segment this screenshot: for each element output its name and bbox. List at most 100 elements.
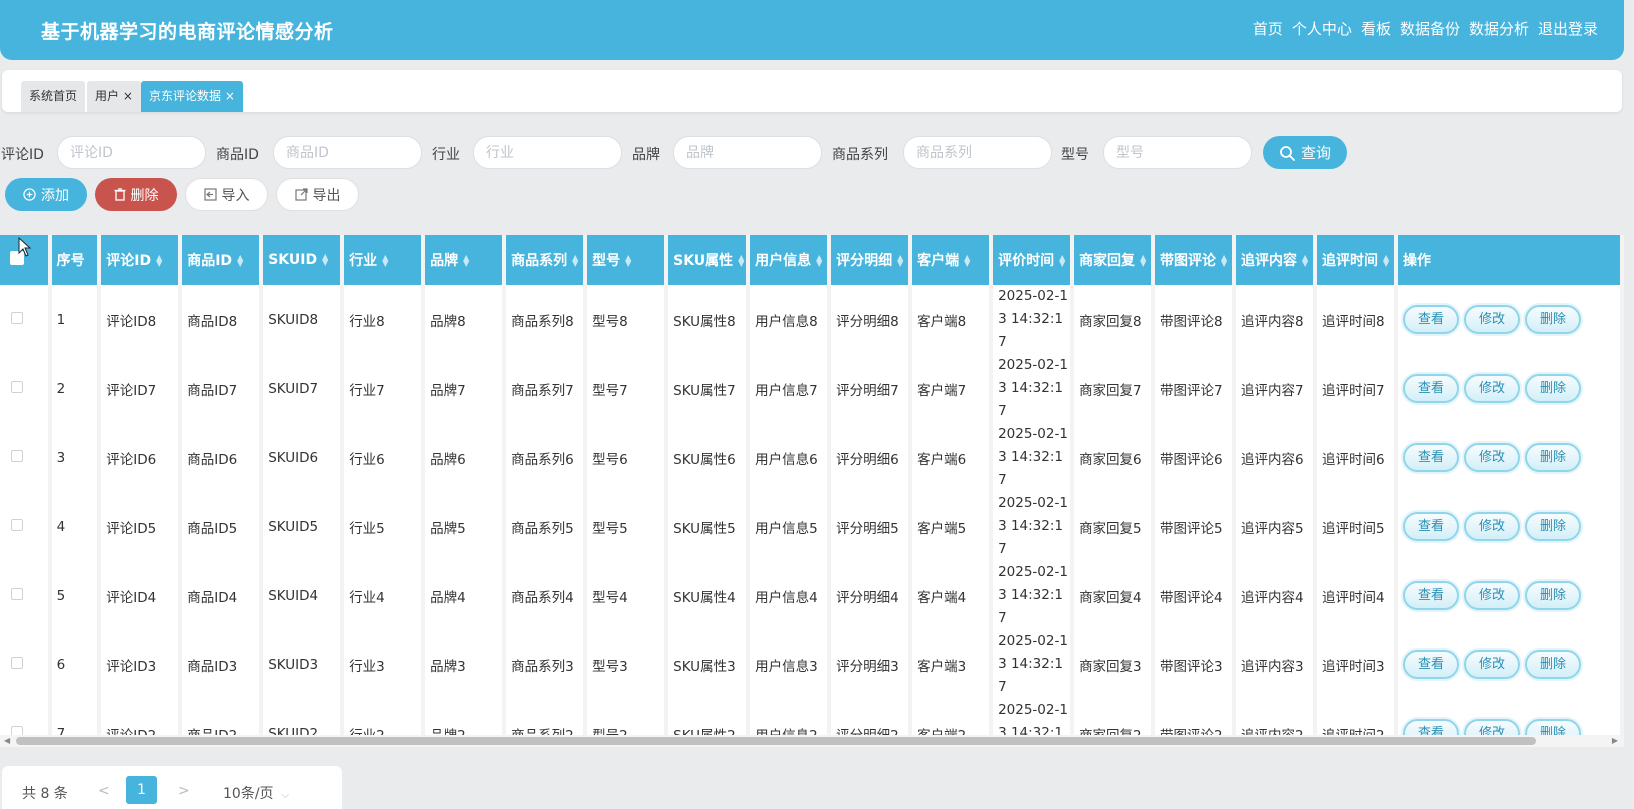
sort-icon[interactable]: ▲ ▼ <box>897 254 903 268</box>
edit-button[interactable]: 修改 <box>1464 305 1521 334</box>
edit-button[interactable]: 修改 <box>1464 374 1521 403</box>
col-header-model[interactable]: 型号 ▲ ▼ <box>587 235 669 285</box>
col-header-followup-content[interactable]: 追评内容 ▲ ▼ <box>1236 235 1318 285</box>
delete-row-button[interactable]: 删除 <box>1525 581 1582 610</box>
search-input-brand[interactable] <box>673 136 822 169</box>
query-button[interactable]: 查询 <box>1263 136 1347 169</box>
search-input-model[interactable] <box>1103 136 1252 169</box>
edit-button[interactable]: 修改 <box>1464 650 1521 679</box>
nav-profile[interactable]: 个人中心 <box>1292 18 1352 39</box>
page-size-value: 10条/页 <box>223 786 274 802</box>
delete-row-button[interactable]: 删除 <box>1525 374 1582 403</box>
col-header-industry[interactable]: 行业 ▲ ▼ <box>344 235 426 285</box>
sort-icon[interactable]: ▲ ▼ <box>572 254 578 268</box>
tab-system-home[interactable]: 系统首页 <box>21 81 86 112</box>
table-row[interactable]: 4 评论ID5 商品ID5 SKUID5 行业5 品牌5 商品系列5 型号5 SKU属性5 用户信… <box>0 492 1624 561</box>
table-row[interactable]: 5 评论ID4 商品ID4 SKUID4 行业4 品牌4 商品系列4 型号4 SKU属性4 用户信… <box>0 561 1624 630</box>
delete-row-button[interactable]: 删除 <box>1525 719 1582 735</box>
view-button[interactable]: 查看 <box>1403 719 1460 735</box>
col-header-comment-id[interactable]: 评论ID ▲ ▼ <box>101 235 183 285</box>
col-header-series[interactable]: 商品系列 ▲ ▼ <box>506 235 588 285</box>
table-row[interactable]: 1 评论ID8 商品ID8 SKUID8 行业8 品牌8 商品系列8 型号8 SKU属性8 用户信… <box>0 285 1624 354</box>
sort-icon[interactable]: ▲ ▼ <box>382 254 388 268</box>
row-checkbox[interactable] <box>11 518 23 531</box>
nav-logout[interactable]: 退出登录 <box>1538 18 1598 39</box>
search-input-product-id[interactable] <box>273 136 422 169</box>
table-row[interactable]: 6 评论ID3 商品ID3 SKUID3 行业3 品牌3 商品系列3 型号3 SKU属性3 用户信… <box>0 630 1624 699</box>
tab-jd-comments[interactable]: 京东评论数据 × <box>141 81 243 112</box>
col-header-review-time[interactable]: 评价时间 ▲ ▼ <box>993 235 1075 285</box>
col-header-brand[interactable]: 品牌 ▲ ▼ <box>425 235 507 285</box>
edit-button[interactable]: 修改 <box>1464 581 1521 610</box>
sort-icon[interactable]: ▲ ▼ <box>237 254 243 268</box>
view-button[interactable]: 查看 <box>1403 512 1460 541</box>
nav-backup[interactable]: 数据备份 <box>1400 18 1460 39</box>
sort-icon[interactable]: ▲ ▼ <box>738 254 744 268</box>
row-checkbox[interactable] <box>11 449 23 462</box>
sort-icon[interactable]: ▲ ▼ <box>322 253 328 267</box>
cell-index: 4 <box>52 492 102 561</box>
page-size-select[interactable]: 10条/页 ⌵ <box>223 783 289 803</box>
col-header-skuid[interactable]: SKUID ▲ ▼ <box>263 235 345 285</box>
table-row[interactable]: 3 评论ID6 商品ID6 SKUID6 行业6 品牌6 商品系列6 型号6 SKU属性6 用户信… <box>0 423 1624 492</box>
col-header-rating-detail[interactable]: 评分明细 ▲ ▼ <box>831 235 913 285</box>
delete-button[interactable]: 删除 <box>95 178 177 211</box>
col-header-product-id[interactable]: 商品ID ▲ ▼ <box>182 235 264 285</box>
nav-analysis[interactable]: 数据分析 <box>1469 18 1529 39</box>
horizontal-scrollbar[interactable]: ◀ ▶ <box>0 735 1624 747</box>
sort-icon[interactable]: ▲ ▼ <box>463 254 469 268</box>
prev-page-button[interactable]: < <box>98 783 110 799</box>
scroll-left-icon[interactable]: ◀ <box>4 735 10 747</box>
col-header-image-review[interactable]: 带图评论 ▲ ▼ <box>1155 235 1237 285</box>
table-row[interactable]: 7评论ID2商品ID2SKUID2行业2品牌2商品系列2型号2SKU属性2用户信… <box>0 699 1624 735</box>
nav-dashboard[interactable]: 看板 <box>1361 18 1391 39</box>
row-checkbox[interactable] <box>11 380 23 393</box>
view-button[interactable]: 查看 <box>1403 305 1460 334</box>
sort-icon[interactable]: ▲ ▼ <box>1302 254 1308 268</box>
row-checkbox[interactable] <box>11 587 23 600</box>
tab-users[interactable]: 用户 × <box>87 81 141 112</box>
view-button[interactable]: 查看 <box>1403 374 1460 403</box>
sort-icon[interactable]: ▲ ▼ <box>1059 254 1065 268</box>
view-button[interactable]: 查看 <box>1403 581 1460 610</box>
delete-button-label: 删除 <box>130 187 159 204</box>
edit-button[interactable]: 修改 <box>1464 719 1521 735</box>
view-button[interactable]: 查看 <box>1403 650 1460 679</box>
export-button[interactable]: 导出 <box>276 178 359 211</box>
cell-review-time: 2025-02-13 14:32:17 <box>993 699 1075 735</box>
sort-icon[interactable]: ▲ ▼ <box>1140 254 1146 268</box>
edit-button[interactable]: 修改 <box>1464 443 1521 472</box>
sort-icon[interactable]: ▲ ▼ <box>964 254 970 268</box>
col-header-client[interactable]: 客户端 ▲ ▼ <box>912 235 994 285</box>
sort-icon[interactable]: ▲ ▼ <box>156 254 162 268</box>
search-input-industry[interactable] <box>473 136 622 169</box>
edit-button[interactable]: 修改 <box>1464 512 1521 541</box>
add-button[interactable]: 添加 <box>5 178 87 211</box>
sort-icon[interactable]: ▲ ▼ <box>816 254 822 268</box>
table-row[interactable]: 2 评论ID7 商品ID7 SKUID7 行业7 品牌7 商品系列7 型号7 SKU属性7 用户信… <box>0 354 1624 423</box>
col-header-user-info[interactable]: 用户信息 ▲ ▼ <box>750 235 832 285</box>
row-checkbox[interactable] <box>11 725 23 735</box>
current-page-button[interactable]: 1 <box>126 776 157 804</box>
view-button[interactable]: 查看 <box>1403 443 1460 472</box>
import-button[interactable]: 导入 <box>185 178 268 211</box>
cell-actions: 查看 修改 删除 <box>1398 561 1624 630</box>
sort-icon[interactable]: ▲ ▼ <box>1383 254 1389 268</box>
sort-icon[interactable]: ▲ ▼ <box>625 254 631 268</box>
col-header-merchant-reply[interactable]: 商家回复 ▲ ▼ <box>1074 235 1156 285</box>
scroll-right-icon[interactable]: ▶ <box>1612 735 1618 747</box>
row-checkbox[interactable] <box>11 311 23 324</box>
next-page-button[interactable]: > <box>178 783 190 799</box>
sort-icon[interactable]: ▲ ▼ <box>1221 254 1227 268</box>
row-checkbox[interactable] <box>11 656 23 669</box>
delete-row-button[interactable]: 删除 <box>1525 512 1582 541</box>
col-header-followup-time[interactable]: 追评时间 ▲ ▼ <box>1317 235 1398 285</box>
delete-row-button[interactable]: 删除 <box>1525 650 1582 679</box>
delete-row-button[interactable]: 删除 <box>1525 443 1582 472</box>
col-header-sku-attr[interactable]: SKU属性 ▲ ▼ <box>668 235 751 285</box>
nav-home[interactable]: 首页 <box>1253 18 1283 39</box>
search-input-series[interactable] <box>903 136 1052 169</box>
scrollbar-thumb[interactable] <box>16 737 1536 745</box>
search-input-comment-id[interactable] <box>57 136 206 169</box>
delete-row-button[interactable]: 删除 <box>1525 305 1582 334</box>
